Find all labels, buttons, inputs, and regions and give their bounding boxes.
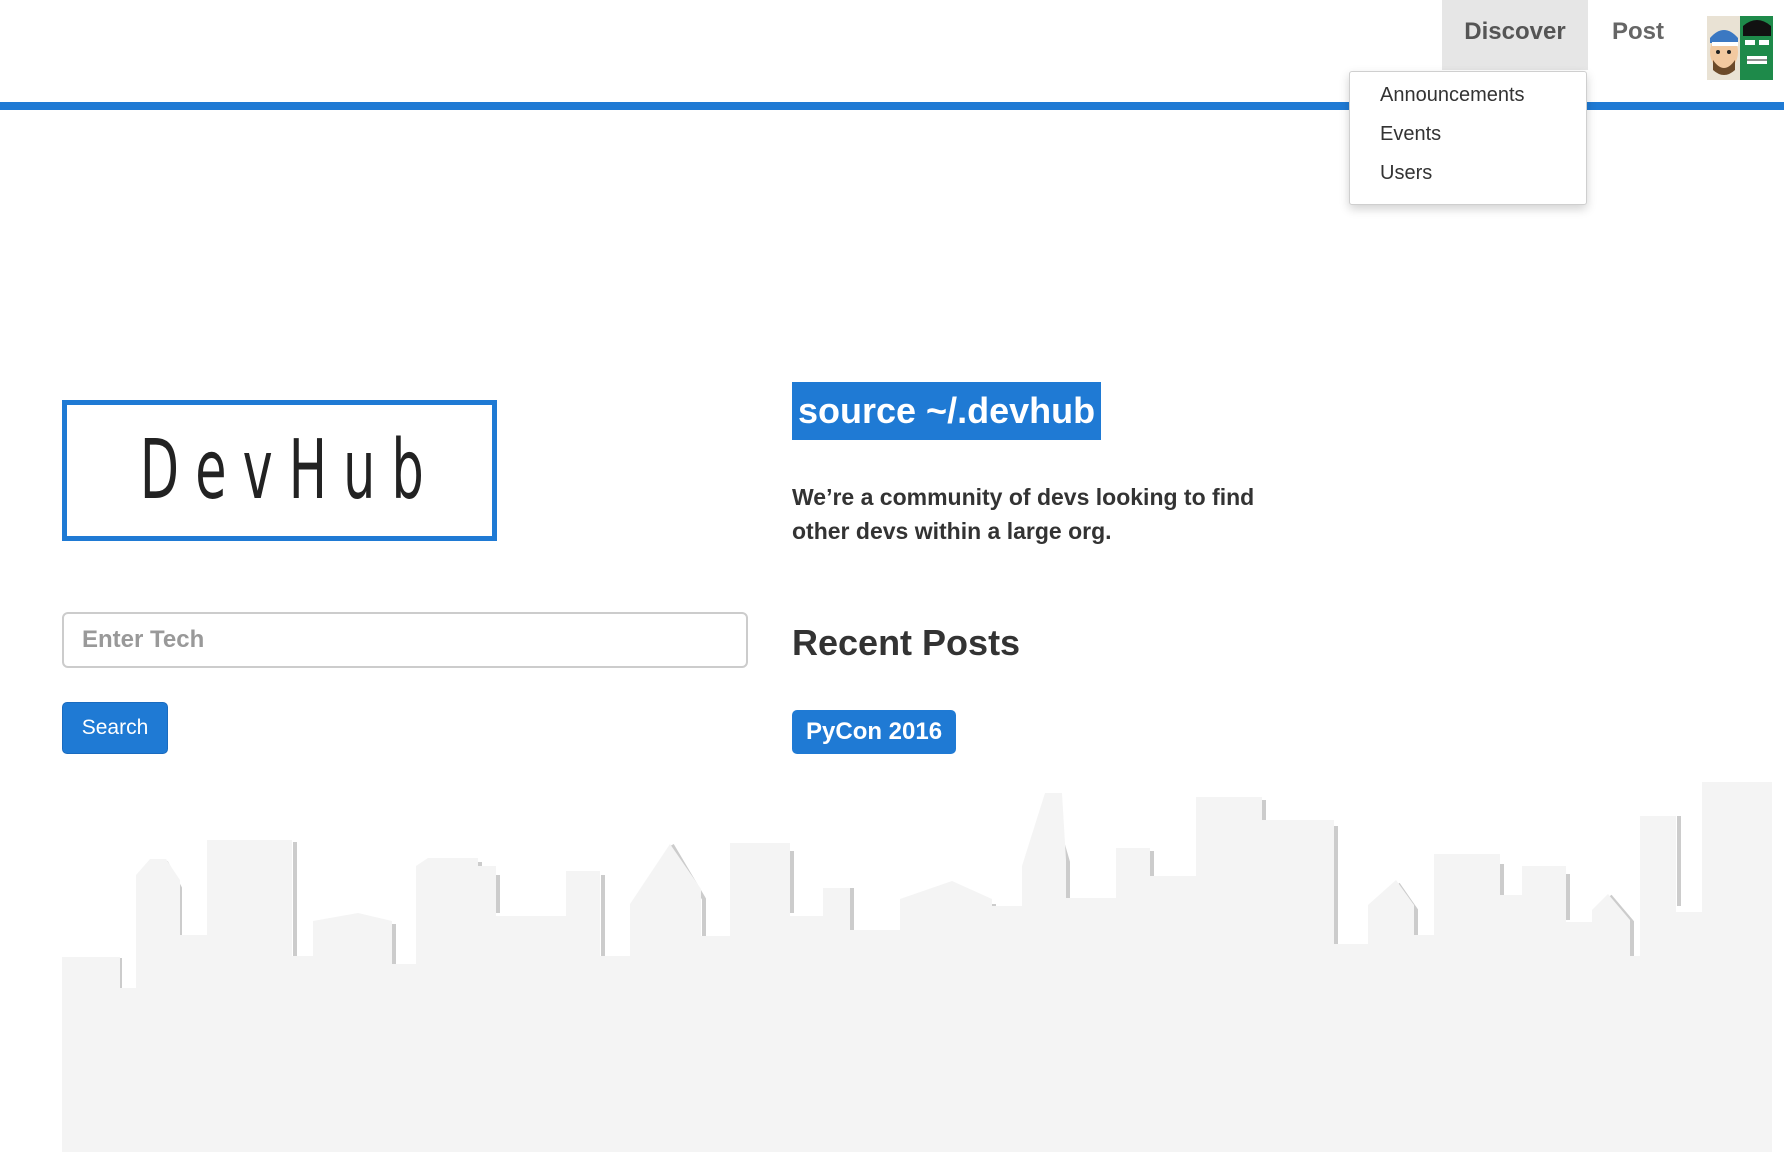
- devhub-logo: DevHub: [62, 400, 497, 541]
- nav-discover[interactable]: Discover: [1442, 0, 1588, 70]
- search-button[interactable]: Search: [62, 702, 168, 754]
- recent-post-link[interactable]: PyCon 2016: [792, 710, 957, 754]
- dropdown-item-users[interactable]: Users: [1380, 162, 1432, 185]
- search-input[interactable]: [62, 612, 748, 668]
- dropdown-item-announcements[interactable]: Announcements: [1380, 84, 1525, 107]
- discover-dropdown-menu: Announcements Events Users: [1349, 71, 1587, 205]
- city-skyline-illustration: [62, 782, 1772, 1152]
- logo-text: DevHub: [139, 423, 440, 518]
- recent-posts-heading: Recent Posts: [792, 622, 1021, 663]
- avatar-image: [1707, 16, 1773, 80]
- dropdown-item-events[interactable]: Events: [1380, 123, 1441, 146]
- skyline-buildings: [62, 782, 1772, 1152]
- nav-post[interactable]: Post: [1588, 0, 1688, 70]
- avatar[interactable]: [1707, 16, 1773, 80]
- community-description: We’re a community of devs looking to fin…: [792, 484, 1255, 544]
- tagline-badge: source ~/.devhub: [792, 382, 1102, 440]
